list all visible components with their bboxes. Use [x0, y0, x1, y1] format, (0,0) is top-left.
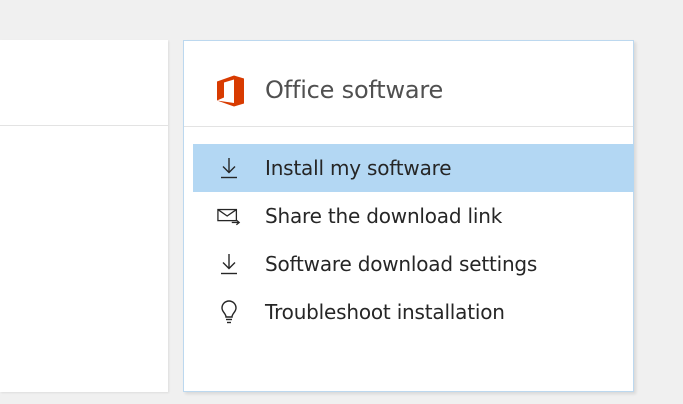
left-card: [0, 40, 168, 392]
page: Office software Install my software Shar…: [0, 0, 683, 404]
office-logo-icon: [217, 75, 244, 107]
software-menu: Install my software Share the download l…: [193, 144, 634, 336]
office-software-panel: Office software Install my software Shar…: [183, 40, 634, 392]
download-icon: [217, 252, 241, 276]
mail-share-icon: [217, 204, 241, 228]
menu-item-software-download-settings[interactable]: Software download settings: [193, 240, 634, 288]
lightbulb-icon: [217, 300, 241, 324]
menu-item-troubleshoot-installation[interactable]: Troubleshoot installation: [193, 288, 634, 336]
download-icon: [217, 156, 241, 180]
panel-header: Office software: [184, 41, 633, 127]
menu-item-label: Share the download link: [265, 204, 503, 228]
left-card-divider: [0, 125, 168, 126]
menu-item-share-download-link[interactable]: Share the download link: [193, 192, 634, 240]
menu-item-label: Troubleshoot installation: [265, 300, 505, 324]
menu-item-label: Install my software: [265, 156, 452, 180]
menu-item-label: Software download settings: [265, 252, 538, 276]
menu-item-install-my-software[interactable]: Install my software: [193, 144, 634, 192]
panel-title: Office software: [265, 76, 444, 104]
